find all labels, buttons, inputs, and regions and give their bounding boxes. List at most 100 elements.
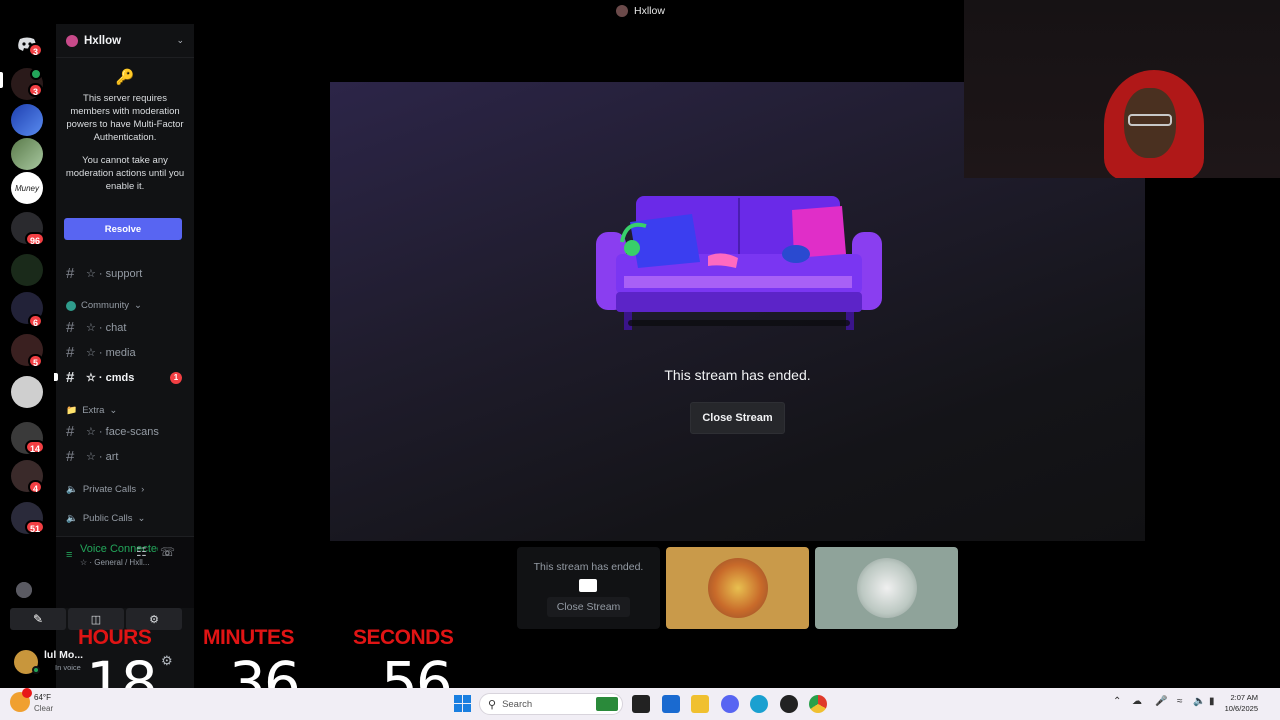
channel-chat[interactable]: # ☆ · chat [66,319,126,336]
username: lul Mo... [44,649,84,661]
server-header[interactable]: Hxllow ⌄ [56,24,194,58]
search-icon: ⚲ [488,698,497,711]
couch-illustration [596,196,882,330]
category-private-calls[interactable]: 🔈 Private Calls › [66,484,144,495]
channel-art[interactable]: # ☆ · art [66,448,118,465]
voice-panel: ≡ Voice Connected ☆ · General / Hxll... … [56,536,194,608]
category-extra[interactable]: 📁 Extra ⌄ [66,405,117,416]
voice-location[interactable]: ☆ · General / Hxll... [80,558,158,567]
server-icon[interactable] [11,138,43,170]
channel-support[interactable]: # ☆ · support [66,265,142,282]
folder-icon: 📁 [66,405,78,415]
participant-tile[interactable] [815,547,958,629]
speaker-icon: 🔈 [66,484,78,495]
stream-tile-ended[interactable]: This stream has ended. Close Stream [517,547,660,629]
notification-badge: 3 [28,83,44,97]
hashtag-icon: # [66,265,75,282]
obs-icon[interactable] [780,695,798,713]
mfa-notice-text-2: You cannot take any moderation actions u… [65,155,185,192]
key-icon: 🔑 [115,69,135,86]
server-icon[interactable] [11,104,43,136]
screen-icon [579,579,597,592]
server-logo-icon [66,34,78,47]
onedrive-icon[interactable]: ☁ [1132,696,1142,707]
gamepad-icon: ⚙ [149,613,159,626]
chevron-down-icon: ⌄ [134,300,143,311]
weather-alert-badge [22,688,32,698]
channel-label: ☆ · support [86,268,143,280]
channel-face-scans[interactable]: # ☆ · face-scans [66,423,159,440]
channel-label: ☆ · cmds [86,372,135,384]
taskbar-search[interactable]: ⚲ Search [479,693,623,715]
mention-badge: 1 [170,372,182,384]
online-status-icon [32,666,40,674]
signal-icon: ≡ [66,549,73,561]
notification-badge: 6 [28,314,44,328]
clock-date[interactable]: 10/6/2025 [1222,704,1258,713]
discord-taskbar-icon[interactable] [721,695,739,713]
notification-badge: 14 [25,440,46,454]
channel-label: ☆ · media [86,347,136,359]
channel-cmds[interactable]: # ☆ · cmds [66,369,134,386]
clock-time[interactable]: 2:07 AM [1226,693,1258,702]
user-status: In voice [55,663,81,672]
notification-badge: 51 [25,520,46,534]
weather-condition: Clear [34,704,54,713]
settings-gear-icon[interactable]: ⚙ [161,653,173,669]
hashtag-icon: # [66,319,75,336]
voice-indicator-icon [30,68,42,80]
chevron-down-icon: ⌄ [137,513,146,524]
hashtag-icon: # [66,448,75,465]
window-title: Hxllow [634,5,665,17]
notification-badge: 3 [28,43,44,57]
channel-label: ☆ · chat [86,322,127,334]
category-label: Community [81,300,130,311]
chevron-down-icon: ⌄ [109,405,118,416]
camera-off-icon: ✎ [32,612,44,626]
chrome-icon[interactable] [809,695,827,713]
server-folder-icon[interactable] [11,254,43,286]
file-explorer-icon[interactable] [691,695,709,713]
disconnect-icon[interactable]: ☏ [160,545,175,559]
webcam-overlay [964,0,1280,178]
stream-ended-text: This stream has ended. [664,367,811,383]
search-input: Search [502,698,533,710]
microphone-icon[interactable]: 🎤 [1155,696,1167,707]
store-icon[interactable] [662,695,680,713]
participant-tile[interactable] [666,547,809,629]
chevron-up-icon[interactable]: ⌃ [1113,696,1121,707]
participant-avatar [708,558,768,618]
category-label: Public Calls [82,513,133,524]
category-public-calls[interactable]: 🔈 Public Calls ⌄ [66,513,145,524]
noise-suppression-icon[interactable]: ☷ [136,545,147,559]
task-view-icon[interactable] [632,695,650,713]
notification-badge: 4 [28,480,44,494]
window-title-bar: Hxllow [616,5,665,17]
channel-label: ☆ · art [86,451,119,463]
mini-close-stream-button[interactable]: Close Stream [547,597,630,617]
screen-share-icon: ◫ [90,613,102,626]
hashtag-icon: # [66,423,75,440]
globe-icon [66,300,76,311]
seconds-label: SECONDS [353,626,454,649]
volume-icon[interactable]: 🔈 [1193,696,1205,707]
notification-badge: 96 [25,232,46,246]
close-stream-button[interactable]: Close Stream [690,402,785,434]
server-icon-muney[interactable]: Muney [11,172,43,204]
mfa-notice-panel: 🔑 This server requires members with mode… [56,68,194,193]
channel-media[interactable]: # ☆ · media [66,344,136,361]
chevron-right-icon: › [141,484,145,495]
category-community[interactable]: Community ⌄ [66,300,142,311]
selected-server-indicator [0,72,3,88]
wifi-icon[interactable]: ≈ [1177,696,1183,707]
camera-off-button[interactable]: ✎ [10,608,66,630]
resolve-button[interactable]: Resolve [64,218,182,240]
server-name: Hxllow [84,34,122,47]
search-highlight-icon [596,697,618,711]
channel-label: ☆ · face-scans [86,426,159,438]
windows-start-icon[interactable] [454,695,471,712]
hashtag-icon: # [66,344,75,361]
edge-icon[interactable] [750,695,768,713]
server-icon[interactable] [11,376,43,408]
battery-icon[interactable]: ▮ [1209,696,1215,707]
